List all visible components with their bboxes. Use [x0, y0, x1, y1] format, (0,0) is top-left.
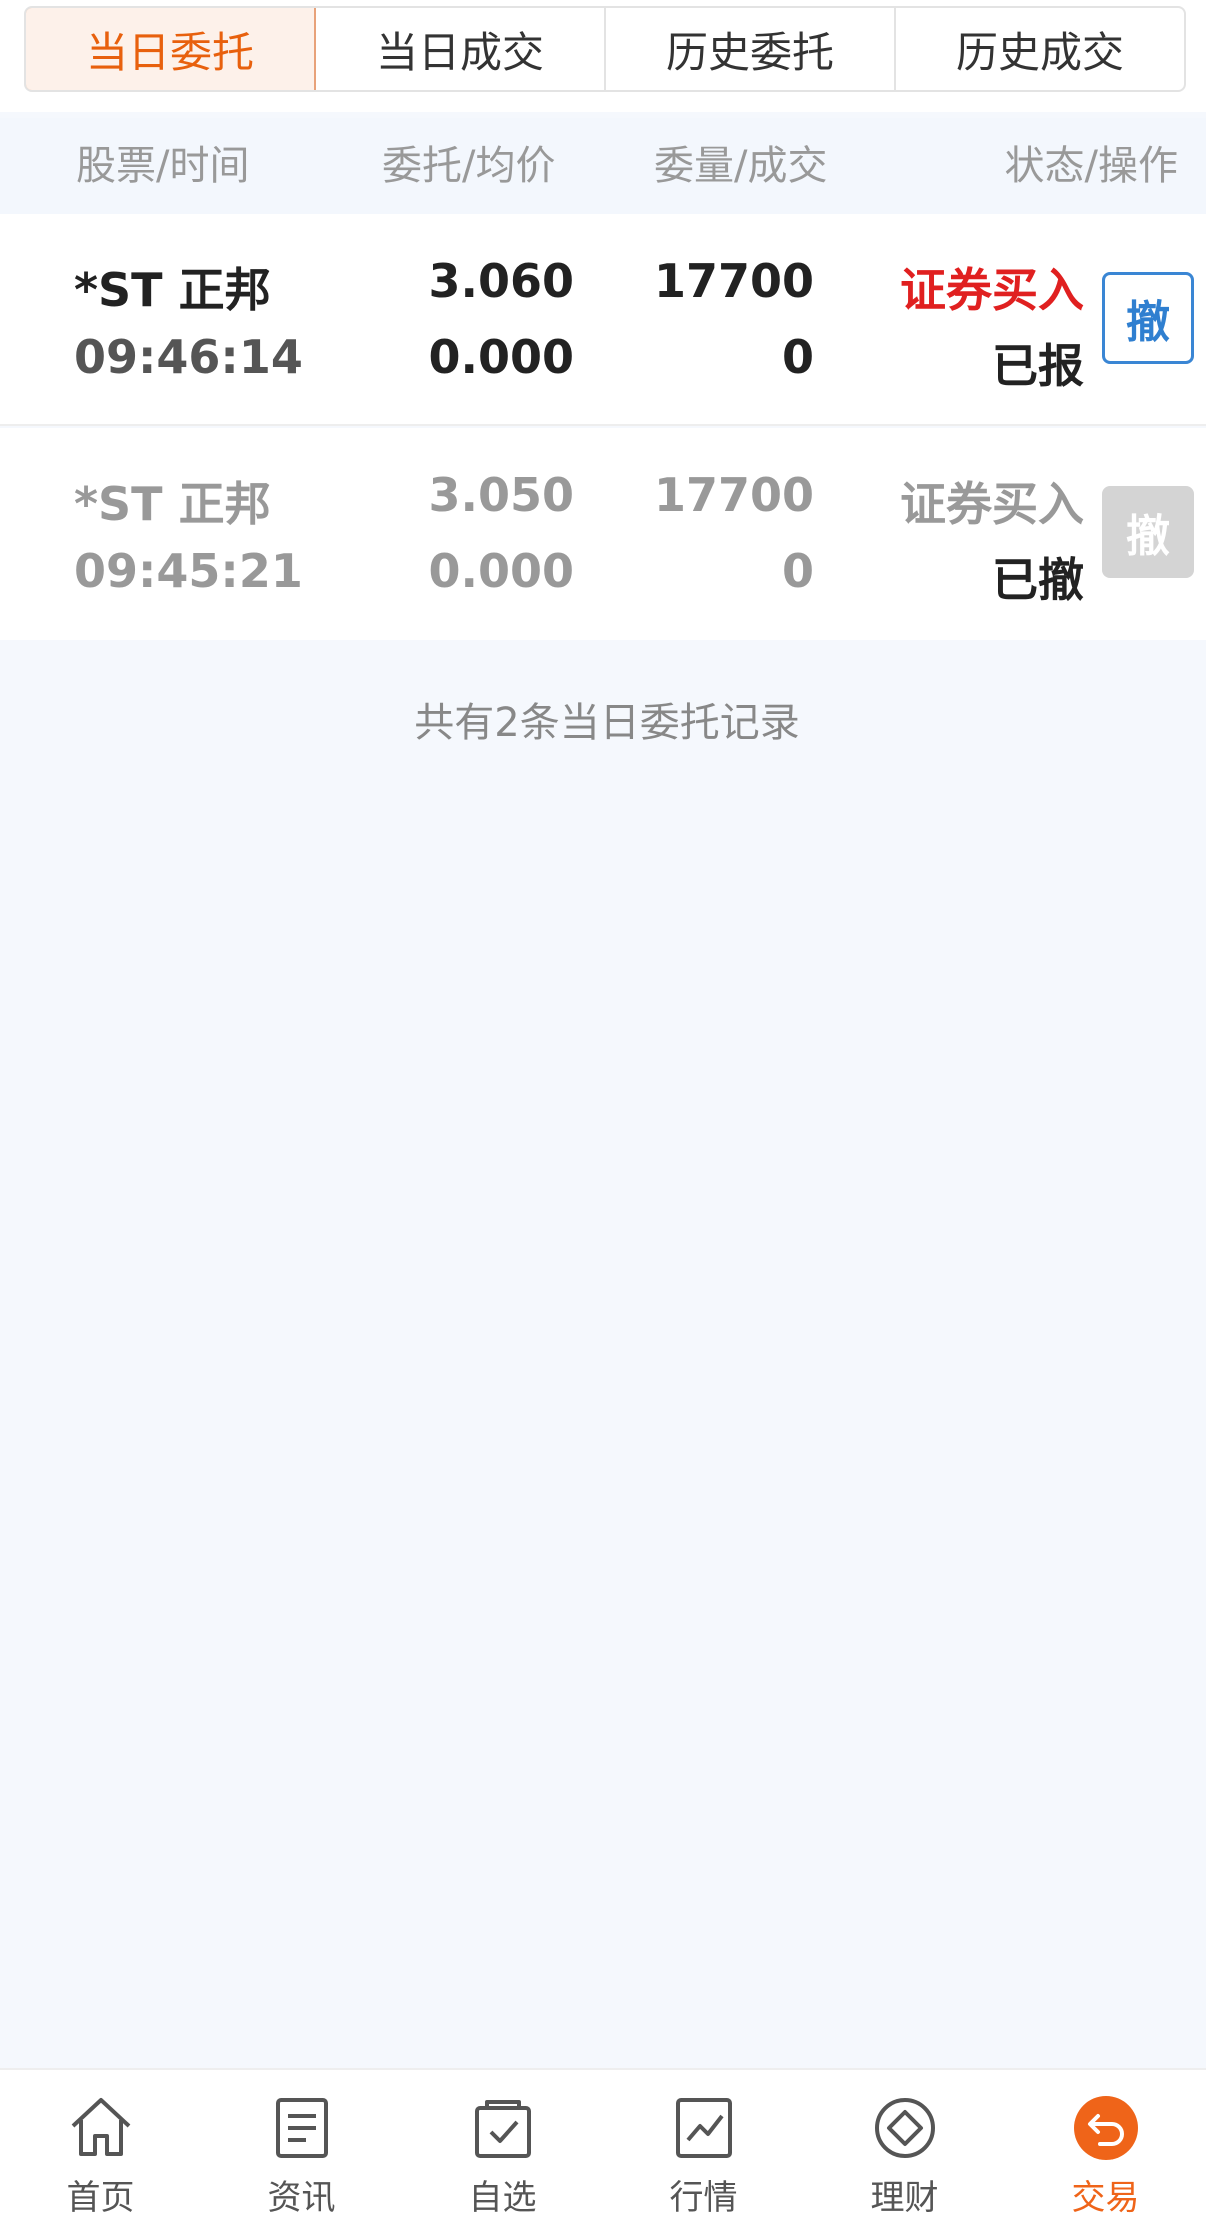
order-qty: 17700: [653, 254, 814, 308]
order-qty: 17700: [653, 468, 814, 522]
nav-news-label: 资讯: [267, 2178, 336, 2218]
avg-price: 0.000: [428, 544, 574, 598]
order-price: 3.050: [428, 468, 574, 522]
bottom-nav: 首页 资讯 自选 行情 理财 交易: [0, 2068, 1206, 2232]
home-icon: [71, 2098, 130, 2156]
stock-name: *ST 正邦: [74, 477, 271, 531]
segmented-control: 当日委托 当日成交 历史委托 历史成交: [24, 6, 1186, 92]
order-side: 证券买入: [900, 477, 1084, 531]
wealth-icon: [874, 2098, 935, 2158]
nav-trade-label: 交易: [1071, 2178, 1140, 2218]
nav-wealth-label: 理财: [870, 2178, 939, 2218]
nav-trade[interactable]: 交易: [1005, 2070, 1206, 2232]
tab-bar: 当日委托 当日成交 历史委托 历史成交: [0, 0, 1206, 112]
column-status-action: 状态/操作: [1004, 143, 1178, 189]
nav-watchlist[interactable]: 自选: [402, 2070, 603, 2232]
stock-name: *ST 正邦: [74, 263, 271, 317]
cancel-order-button: 撤: [1102, 486, 1194, 578]
nav-news[interactable]: 资讯: [201, 2070, 402, 2232]
order-time: 09:46:14: [74, 330, 303, 384]
nav-home-label: 首页: [66, 2178, 135, 2218]
nav-home[interactable]: 首页: [0, 2070, 201, 2232]
trade-icon: [1073, 2096, 1138, 2160]
column-order-avg: 委托/均价: [382, 143, 556, 189]
order-row[interactable]: *ST 正邦 09:46:14 3.060 0.000 17700 0 证券买入…: [0, 214, 1206, 426]
order-price: 3.060: [428, 254, 574, 308]
order-side: 证券买入: [900, 263, 1084, 317]
records-summary: 共有2条当日委托记录: [0, 690, 1206, 748]
tab-today-trades[interactable]: 当日成交: [316, 8, 606, 90]
order-status: 已报: [992, 339, 1084, 393]
market-chart-icon: [675, 2098, 732, 2158]
tab-today-orders[interactable]: 当日委托: [26, 8, 316, 90]
nav-watchlist-label: 自选: [468, 2178, 537, 2218]
avg-price: 0.000: [428, 330, 574, 384]
order-row[interactable]: *ST 正邦 09:45:21 3.050 0.000 17700 0 证券买入…: [0, 428, 1206, 640]
watchlist-icon: [474, 2100, 531, 2158]
cancel-order-button[interactable]: 撤: [1102, 272, 1194, 364]
column-stock-time: 股票/时间: [76, 143, 250, 189]
tab-history-orders[interactable]: 历史委托: [606, 8, 896, 90]
news-icon: [275, 2098, 328, 2158]
orders-page: 当日委托 当日成交 历史委托 历史成交 股票/时间 委托/均价 委量/成交 状态…: [0, 0, 1206, 2232]
filled-qty: 0: [781, 330, 814, 384]
tab-history-trades[interactable]: 历史成交: [896, 8, 1184, 90]
order-time: 09:45:21: [74, 544, 303, 598]
column-header: 股票/时间 委托/均价 委量/成交 状态/操作: [0, 118, 1206, 214]
filled-qty: 0: [781, 544, 814, 598]
nav-market[interactable]: 行情: [603, 2070, 804, 2232]
nav-wealth[interactable]: 理财: [804, 2070, 1005, 2232]
records-summary-text: 共有2条当日委托记录: [414, 700, 800, 746]
column-qty-filled: 委量/成交: [654, 143, 828, 189]
nav-market-label: 行情: [669, 2178, 738, 2218]
order-status: 已撤: [992, 553, 1084, 607]
